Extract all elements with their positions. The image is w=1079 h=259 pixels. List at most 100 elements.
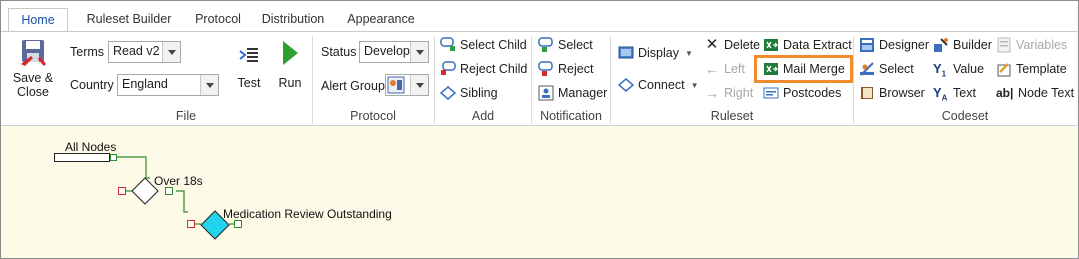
- tab-protocol[interactable]: Protocol: [185, 8, 251, 32]
- template-icon: [996, 61, 1012, 77]
- display-dropdown[interactable]: Display ▼: [618, 45, 693, 61]
- variables-button[interactable]: Variables: [996, 37, 1067, 53]
- chevron-down-icon[interactable]: [410, 42, 428, 62]
- manager-label: Manager: [558, 86, 608, 100]
- template-button[interactable]: Template: [996, 61, 1067, 77]
- manager-icon: [538, 85, 554, 101]
- delete-button[interactable]: ✕ Delete: [704, 37, 760, 53]
- data-extract-button[interactable]: Data Extract: [763, 37, 852, 53]
- arrow-right-icon: →: [705, 85, 719, 101]
- test-label: Test: [237, 76, 261, 90]
- tree-node-medication[interactable]: [200, 210, 230, 240]
- postcodes-button[interactable]: Postcodes: [763, 85, 841, 101]
- reject-port-icon[interactable]: [187, 220, 195, 228]
- notification-reject-label: Reject: [558, 62, 594, 76]
- select-port-icon[interactable]: [234, 220, 242, 228]
- save-close-label-2: Close: [17, 85, 49, 99]
- group-label-protocol: Protocol: [350, 109, 396, 123]
- tab-distribution[interactable]: Distribution: [254, 8, 332, 32]
- notification-select-label: Select: [558, 38, 593, 52]
- tab-home[interactable]: Home: [8, 8, 68, 32]
- data-extract-label: Data Extract: [783, 38, 852, 52]
- terms-value: Read v2: [113, 44, 160, 58]
- test-list-icon: [239, 48, 258, 62]
- group-label-codeset: Codeset: [941, 109, 989, 123]
- notification-select-button[interactable]: Select: [538, 37, 593, 53]
- postcodes-icon: [763, 85, 779, 101]
- country-value: England: [122, 77, 168, 91]
- tree-connectors: [110, 156, 234, 225]
- delete-label: Delete: [724, 38, 761, 52]
- chevron-down-icon[interactable]: [200, 75, 218, 95]
- select-child-button[interactable]: Select Child: [440, 37, 527, 53]
- country-label: Country: [70, 78, 114, 92]
- tree-node-over18[interactable]: [131, 177, 159, 205]
- terms-select[interactable]: Read v2: [108, 41, 181, 63]
- tab-ruleset-builder[interactable]: Ruleset Builder: [77, 8, 181, 32]
- tree-node-medication-label: Medication Review Outstanding: [223, 207, 392, 221]
- builder-button[interactable]: Builder: [933, 37, 992, 53]
- codeset-select-button[interactable]: Select: [859, 61, 914, 77]
- status-label: Status: [321, 45, 357, 59]
- save-close-label-1: Save &: [12, 71, 54, 85]
- designer-button[interactable]: Designer: [859, 37, 929, 53]
- group-label-ruleset: Ruleset: [710, 109, 754, 123]
- node-text-button[interactable]: ab| Node Text: [996, 85, 1074, 101]
- connect-dropdown[interactable]: Connect ▼: [617, 77, 698, 93]
- select-child-label: Select Child: [460, 38, 527, 52]
- text-button[interactable]: YA Text: [933, 85, 976, 103]
- save-icon: [21, 40, 47, 66]
- ribbon-home: Save & Close Terms Read v2 Country Engla…: [1, 31, 1077, 126]
- country-select[interactable]: England: [117, 74, 219, 96]
- expand-toggle-icon[interactable]: [110, 154, 117, 161]
- chevron-down-icon[interactable]: [162, 42, 180, 62]
- postcodes-label: Postcodes: [783, 86, 842, 100]
- template-label: Template: [1016, 62, 1067, 76]
- run-button[interactable]: Run: [275, 40, 305, 90]
- reject-child-label: Reject Child: [460, 62, 528, 76]
- notify-reject-icon: [538, 61, 554, 77]
- reject-port-icon[interactable]: [118, 187, 126, 195]
- reject-child-button[interactable]: Reject Child: [440, 61, 527, 77]
- tree-node-root-label: All Nodes: [65, 140, 117, 154]
- variables-label: Variables: [1016, 38, 1068, 52]
- group-label-add: Add: [471, 109, 495, 123]
- tab-appearance[interactable]: Appearance: [341, 8, 421, 32]
- select-port-icon[interactable]: [165, 187, 173, 195]
- right-label: Right: [724, 86, 754, 100]
- alert-group-select[interactable]: [385, 74, 429, 96]
- designer-icon: [859, 37, 875, 53]
- test-button[interactable]: Test: [233, 40, 265, 90]
- left-label: Left: [724, 62, 745, 76]
- status-value: Develop: [364, 44, 410, 58]
- status-select[interactable]: Develop: [359, 41, 429, 63]
- select-child-icon: [440, 37, 456, 53]
- play-icon: [283, 41, 298, 65]
- chevron-down-icon[interactable]: [410, 75, 428, 95]
- browser-button[interactable]: Browser: [859, 85, 925, 101]
- right-button[interactable]: → Right: [704, 85, 753, 101]
- node-text-label: Node Text: [1018, 86, 1075, 100]
- left-button[interactable]: ← Left: [704, 61, 745, 77]
- designer-label: Designer: [879, 38, 930, 52]
- notification-reject-button[interactable]: Reject: [538, 61, 593, 77]
- builder-label: Builder: [953, 38, 992, 52]
- display-label: Display: [638, 46, 679, 60]
- mail-merge-highlight: [754, 55, 853, 83]
- value-button[interactable]: Y1 Value: [933, 61, 985, 79]
- text-label: Text: [953, 86, 976, 100]
- text-icon: YA: [933, 85, 948, 103]
- node-text-icon: ab|: [996, 86, 1014, 100]
- notify-select-icon: [538, 37, 554, 53]
- sibling-button[interactable]: Sibling: [439, 85, 498, 101]
- ruleset-canvas[interactable]: All Nodes Over 18s Medication Review Out…: [1, 127, 1077, 257]
- sibling-label: Sibling: [460, 86, 498, 100]
- manager-button[interactable]: Manager: [538, 85, 607, 101]
- ribbon-tab-bar: Home Ruleset Builder Protocol Distributi…: [1, 1, 1077, 32]
- save-close-button[interactable]: Save & Close: [9, 38, 57, 99]
- chevron-down-icon: ▼: [685, 48, 693, 58]
- tree-node-root[interactable]: [54, 153, 110, 162]
- value-label: Value: [953, 62, 985, 76]
- connect-icon: [617, 77, 635, 93]
- group-label-file: File: [175, 109, 197, 123]
